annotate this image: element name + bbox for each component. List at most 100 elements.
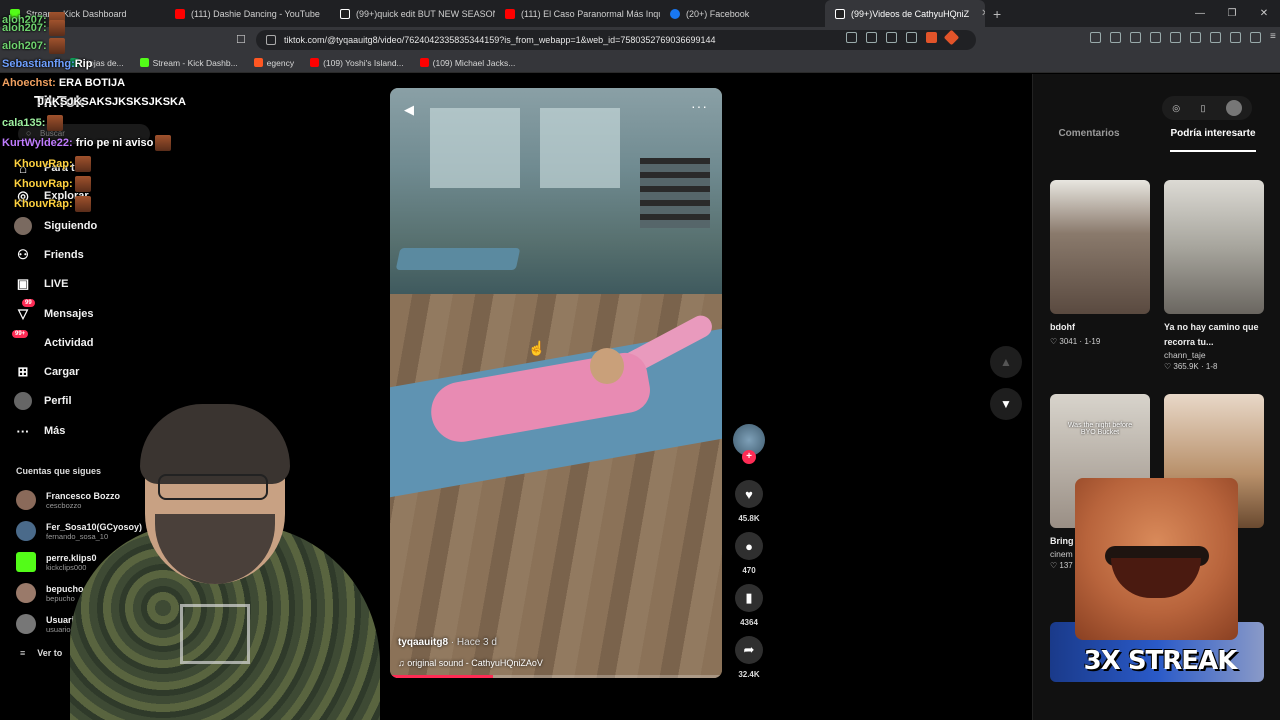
- egency-icon: [253, 58, 263, 67]
- tab-podria-interesarte[interactable]: Podría interesarte: [1170, 128, 1256, 152]
- youtube-favicon-icon: [175, 8, 185, 19]
- sidebar-item-label: LIVE: [44, 278, 69, 290]
- card-likes: 3041: [1059, 337, 1078, 346]
- bookmark-yoshi[interactable]: (109) Yoshi's Island...: [310, 58, 404, 68]
- card-date: 1-8: [1205, 362, 1218, 371]
- sidebar-item-live[interactable]: ▣ LIVE: [14, 272, 69, 296]
- user-avatar[interactable]: [1225, 100, 1242, 116]
- leo-ai-icon[interactable]: [1210, 32, 1221, 43]
- maximize-icon[interactable]: ❐: [1216, 8, 1248, 19]
- volume-icon[interactable]: ◀: [404, 102, 414, 118]
- bookmark-label: (109) Michael Jacks...: [432, 57, 516, 68]
- brave-rewards-icon[interactable]: [943, 29, 960, 46]
- streamer-hair: [140, 404, 290, 484]
- sidebar-item-friends[interactable]: ⚇ Friends: [14, 243, 84, 267]
- compass-small-icon[interactable]: ◎: [1172, 103, 1180, 114]
- chat-text: Rip: [74, 58, 93, 70]
- avatar: [16, 583, 36, 603]
- sidebar-item-actividad[interactable]: 99+ Actividad: [12, 330, 94, 355]
- bookmark-label: Stream - Kick Dashb...: [152, 57, 238, 68]
- heart-icon[interactable]: ♥: [735, 480, 763, 508]
- sidebar-item-siguiendo[interactable]: Siguiendo: [14, 214, 97, 238]
- url-text: tiktok.com/@tyqaauitg8/video/76240423358…: [284, 35, 716, 45]
- meme-mouth: [1111, 558, 1201, 598]
- tab-tiktok-active[interactable]: (99+)Videos de CathyuHQniZ ✕: [825, 0, 985, 27]
- window-reflection: [430, 108, 520, 188]
- previous-video-button[interactable]: ▲: [990, 346, 1022, 378]
- window-reflection: [540, 108, 620, 188]
- sidebar-item-mensajes[interactable]: ▽ 99 Mensajes: [14, 299, 94, 326]
- sidebar-icon[interactable]: [1170, 32, 1181, 43]
- tab-title: (99+)quick edit BUT NEW SEASON IS: [356, 8, 495, 19]
- media-icon[interactable]: [1150, 32, 1161, 43]
- chat-user: cala135:: [2, 116, 46, 129]
- bookmarks-icon[interactable]: [1190, 32, 1201, 43]
- avatar: [16, 521, 36, 541]
- mouse-cursor-icon: ☝: [528, 340, 546, 356]
- next-video-button[interactable]: ▼: [990, 388, 1022, 420]
- follow-plus-icon[interactable]: +: [742, 450, 756, 464]
- thumbnail-overlay-text: Was the night before BYO Bucket: [1067, 422, 1133, 436]
- bookmark-michael[interactable]: (109) Michael Jacks...: [419, 57, 516, 68]
- share-action[interactable]: ➦ 32.4K: [734, 636, 764, 679]
- more-options-icon[interactable]: ···: [691, 98, 708, 114]
- comment-action[interactable]: ● 470: [734, 532, 764, 575]
- emote-icon: [155, 135, 172, 151]
- bookmarks-bar: Hojas de... Stream - Kick Dashb... egenc…: [0, 53, 1280, 73]
- chat-message: aloh207:: [2, 38, 65, 54]
- save-action[interactable]: ▮ 4364: [734, 584, 764, 627]
- emote-icon: [74, 176, 91, 192]
- share-icon[interactable]: [906, 32, 917, 43]
- card-meta: ♡ 3041 · 1-19: [1050, 337, 1101, 346]
- chat-message: aloh207:: [2, 20, 65, 36]
- suggested-video-card[interactable]: Ya no hay camino que recorra tu... chann…: [1164, 180, 1264, 371]
- card-meta: ♡ 365.9K · 1-8: [1164, 362, 1218, 371]
- video-thumbnail[interactable]: [1164, 180, 1264, 314]
- window-controls: — ❐ ✕: [1184, 0, 1280, 27]
- shirt-logo: [180, 604, 250, 664]
- vpn-icon[interactable]: [1250, 32, 1261, 43]
- suggested-video-card[interactable]: bdohf ♡ 3041 · 1-19: [1050, 180, 1150, 346]
- sidebar-item-cargar[interactable]: ⊞ Cargar: [14, 360, 80, 384]
- chat-user: KhouvRap:: [14, 177, 73, 190]
- brave-shield-icon[interactable]: [926, 32, 937, 43]
- avatar: [16, 614, 36, 634]
- minimize-icon[interactable]: —: [1184, 8, 1216, 19]
- bookmark-star-icon[interactable]: ☐: [236, 33, 246, 46]
- bookmark-icon[interactable]: ▮: [735, 584, 763, 612]
- chat-user: aloh207:: [2, 21, 47, 34]
- tiktok-favicon-icon: [835, 8, 845, 19]
- reader-icon[interactable]: [846, 32, 857, 43]
- close-window-icon[interactable]: ✕: [1248, 8, 1280, 19]
- like-action[interactable]: ♥ 45.8K: [734, 480, 764, 523]
- youtube-favicon-icon: [310, 58, 320, 67]
- bookmark-egency[interactable]: egency: [253, 58, 294, 68]
- bookmark-kick[interactable]: Stream - Kick Dashb...: [139, 57, 238, 68]
- video-subject: [420, 311, 716, 447]
- right-panel-tabs: Comentarios Podría interesarte: [1033, 128, 1280, 152]
- extension-icon[interactable]: [1090, 32, 1101, 43]
- video-thumbnail[interactable]: [1050, 180, 1150, 314]
- cast-icon[interactable]: [886, 32, 897, 43]
- chevron-up-icon: ▲: [1000, 355, 1012, 369]
- translate-icon[interactable]: [866, 32, 877, 43]
- tab-search-icon[interactable]: [1130, 32, 1141, 43]
- share-arrow-icon[interactable]: ➦: [735, 636, 763, 664]
- chat-message: KhouvRap:: [14, 176, 91, 192]
- site-info-icon[interactable]: [266, 35, 276, 45]
- tab-facebook[interactable]: (20+) Facebook: [660, 0, 825, 27]
- phone-icon[interactable]: ▯: [1200, 103, 1205, 114]
- extensions-puzzle-icon[interactable]: [1110, 32, 1121, 43]
- comment-icon[interactable]: ●: [735, 532, 763, 560]
- wallet-icon[interactable]: [1230, 32, 1241, 43]
- tab-youtube-caso[interactable]: (111) El Caso Paranormal Más Inquie: [495, 0, 660, 27]
- tab-youtube-dashie[interactable]: (111) Dashie Dancing - YouTube: [165, 0, 330, 27]
- tab-comentarios[interactable]: Comentarios: [1058, 128, 1119, 152]
- right-panel-toolbar: ◎ ▯: [1162, 96, 1252, 120]
- subject-head: [590, 348, 624, 384]
- tiktok-favicon-icon: [340, 8, 350, 19]
- new-tab-button[interactable]: +: [985, 6, 1009, 22]
- menu-icon[interactable]: ≡: [1270, 32, 1280, 43]
- tab-tiktok-quick-edit[interactable]: (99+)quick edit BUT NEW SEASON IS: [330, 0, 495, 27]
- emote-icon: [74, 156, 91, 172]
